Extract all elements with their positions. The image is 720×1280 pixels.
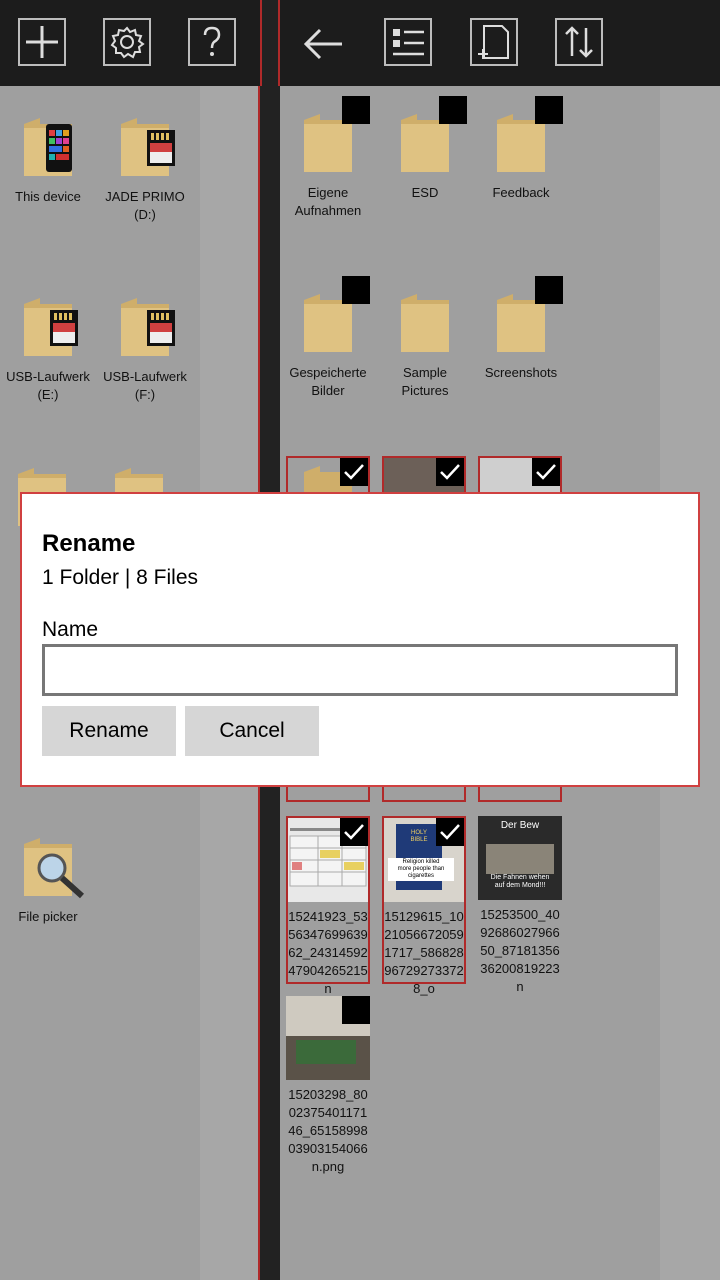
help-icon: [203, 26, 221, 56]
add-button[interactable]: [18, 18, 66, 66]
folder-label: Eigene Aufnahmen: [294, 185, 362, 218]
drive-label: JADE PRIMO (D:): [105, 189, 185, 222]
folder-item-esd[interactable]: ESD: [377, 96, 473, 202]
file-item[interactable]: 15203298_80 02375401171 46_65158998 0390…: [286, 996, 370, 1174]
gear-icon: [110, 26, 145, 59]
sd-card-icon: [6, 280, 90, 364]
name-label: Name: [42, 618, 99, 641]
selection-checkbox[interactable]: [342, 96, 370, 124]
magnifier-icon: [6, 820, 90, 904]
moon-thumbnail: Der Bew Die Fahnen wehen auf dem Mond!!!: [478, 816, 562, 900]
folder-item-sample-pictures[interactable]: Sample Pictures: [377, 276, 473, 400]
file-item[interactable]: 15241923_53 56347699639 62_24314592 4790…: [286, 816, 370, 996]
checkmark-icon: [436, 458, 464, 486]
moon-bottom-text: Die Fahnen wehen auf dem Mond!!!: [490, 874, 550, 889]
selection-checkbox[interactable]: [439, 96, 467, 124]
phone-icon: [6, 100, 90, 184]
bible-caption: Religion killed more people than cigaret…: [388, 858, 454, 881]
folder-icon: [383, 276, 467, 360]
file-name: 15203298_80 02375401171 46_65158998 0390…: [288, 1087, 368, 1174]
sd-card-icon: [103, 280, 187, 364]
cancel-button[interactable]: Cancel: [185, 706, 319, 756]
folder-item-eigene-aufnahmen[interactable]: Eigene Aufnahmen: [280, 96, 376, 220]
settings-button[interactable]: [103, 18, 151, 66]
list-view-icon: [393, 29, 424, 56]
new-file-button[interactable]: [470, 18, 518, 66]
photo-thumbnail: [286, 996, 370, 1080]
checkmark-icon: [340, 458, 368, 486]
folder-item-screenshots[interactable]: Screenshots: [473, 276, 569, 382]
folder-icon: [479, 276, 563, 360]
back-arrow-icon[interactable]: [302, 22, 346, 66]
rename-dialog: Rename 1 Folder | 8 Files Name Rename Ca…: [20, 492, 700, 787]
name-input[interactable]: [42, 644, 678, 696]
moon-top-text: Der Bew: [500, 820, 540, 831]
folder-label: Gespeicherte Bilder: [289, 365, 367, 398]
help-button[interactable]: [188, 18, 236, 66]
folder-icon: [479, 96, 563, 180]
sd-card-icon: [103, 100, 187, 184]
drive-item-this-device[interactable]: This device: [0, 100, 96, 206]
rename-button[interactable]: Rename: [42, 706, 176, 756]
selection-checkbox[interactable]: [535, 96, 563, 124]
dialog-title: Rename: [42, 530, 136, 557]
drive-label: USB-Laufwerk (F:): [103, 369, 187, 402]
drive-item-usb-f[interactable]: USB-Laufwerk (F:): [97, 280, 193, 404]
checkmark-icon: [340, 818, 368, 846]
selection-checkbox[interactable]: [342, 276, 370, 304]
checkmark-icon: [532, 458, 560, 486]
file-name: 15241923_53 56347699639 62_24314592 4790…: [288, 909, 368, 996]
folder-label: Feedback: [492, 185, 550, 200]
folder-icon: [286, 276, 370, 360]
sort-icon: [565, 26, 593, 58]
selection-checkbox[interactable]: [342, 996, 370, 1024]
file-item[interactable]: HOLY BIBLE Religion killed more people t…: [382, 816, 466, 996]
drive-item-jade-primo[interactable]: JADE PRIMO (D:): [97, 100, 193, 224]
file-picker-item[interactable]: File picker: [0, 820, 96, 926]
drive-label: USB-Laufwerk (E:): [6, 369, 90, 402]
add-icon: [26, 26, 58, 58]
sort-button[interactable]: [555, 18, 603, 66]
right-toolbar: [278, 0, 720, 86]
list-view-button[interactable]: [384, 18, 432, 66]
folder-label: Sample Pictures: [401, 365, 449, 398]
drive-item-usb-e[interactable]: USB-Laufwerk (E:): [0, 280, 96, 404]
folder-item-gespeicherte-bilder[interactable]: Gespeicherte Bilder: [280, 276, 376, 400]
folder-icon: [383, 96, 467, 180]
drive-label: This device: [15, 189, 81, 204]
file-name: 15129615_10 21056672059 1717_586828 9672…: [384, 909, 464, 996]
folder-item-feedback[interactable]: Feedback: [473, 96, 569, 202]
left-toolbar: [0, 0, 262, 86]
dialog-subtitle: 1 Folder | 8 Files: [42, 566, 199, 589]
file-name: 15253500_40 92686027966 50_87181356 3620…: [480, 907, 560, 994]
selection-checkbox[interactable]: [535, 276, 563, 304]
checkmark-icon: [436, 818, 464, 846]
folder-label: Screenshots: [484, 365, 558, 380]
folder-label: ESD: [411, 185, 439, 200]
new-file-icon: [478, 25, 509, 59]
folder-icon: [286, 96, 370, 180]
file-item[interactable]: Der Bew Die Fahnen wehen auf dem Mond!!!…: [478, 816, 562, 994]
drive-label: File picker: [18, 909, 78, 924]
